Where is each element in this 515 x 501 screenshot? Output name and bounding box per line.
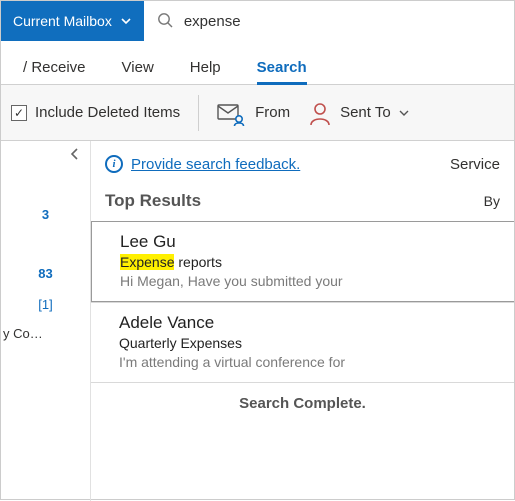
result-sender: Adele Vance (119, 313, 498, 333)
folder-sidebar: 3 83 [1] y Co… (1, 141, 91, 501)
result-preview: Hi Megan, Have you submitted your (120, 273, 498, 289)
chevron-down-icon (120, 15, 132, 27)
ribbon-tabs: / Receive View Help Search (1, 41, 514, 85)
search-result-item[interactable]: Adele Vance Quarterly Expenses I'm atten… (91, 302, 514, 382)
search-icon (156, 11, 174, 32)
search-box[interactable] (144, 1, 514, 41)
envelope-person-icon (217, 100, 247, 126)
search-scope-label: Current Mailbox (13, 13, 112, 29)
sidebar-count-c[interactable]: [1] (11, 289, 80, 320)
chevron-down-icon (399, 108, 409, 118)
result-subject: Quarterly Expenses (119, 335, 498, 351)
sidebar-count-a[interactable]: 3 (11, 199, 80, 230)
service-label: Service (450, 156, 500, 173)
result-preview: I'm attending a virtual conference for (119, 354, 498, 370)
checkbox-icon: ✓ (11, 105, 27, 121)
search-status: Search Complete. (91, 382, 514, 424)
tab-view[interactable]: View (104, 49, 172, 84)
search-ribbon: ✓ Include Deleted Items From Sent To (1, 85, 514, 141)
from-filter-button[interactable]: From (217, 100, 290, 126)
tab-send-receive[interactable]: / Receive (5, 49, 104, 84)
separator (198, 95, 199, 131)
search-feedback-link[interactable]: Provide search feedback. (131, 156, 300, 173)
sidebar-item-company[interactable]: y Co… (1, 320, 90, 347)
person-icon (308, 100, 332, 126)
sort-by-label[interactable]: By (484, 193, 500, 209)
search-result-item[interactable]: Lee Gu Expense reports Hi Megan, Have yo… (91, 221, 514, 302)
top-results-heading: Top Results (105, 191, 201, 211)
search-input[interactable] (184, 13, 502, 30)
result-sender: Lee Gu (120, 232, 498, 252)
sent-to-filter-button[interactable]: Sent To (308, 100, 409, 126)
include-deleted-toggle[interactable]: ✓ Include Deleted Items (11, 104, 180, 121)
tab-search[interactable]: Search (239, 49, 325, 84)
tab-help[interactable]: Help (172, 49, 239, 84)
info-icon: i (105, 155, 123, 173)
sent-to-label: Sent To (340, 104, 391, 121)
highlight: Expense (120, 254, 174, 270)
results-panel: i Provide search feedback. Service Top R… (91, 141, 514, 501)
include-deleted-label: Include Deleted Items (35, 104, 180, 121)
sidebar-count-b[interactable]: 83 (11, 258, 80, 289)
collapse-sidebar-button[interactable] (68, 147, 82, 164)
search-scope-dropdown[interactable]: Current Mailbox (1, 1, 144, 41)
result-subject: Expense reports (120, 254, 498, 270)
from-label: From (255, 104, 290, 121)
